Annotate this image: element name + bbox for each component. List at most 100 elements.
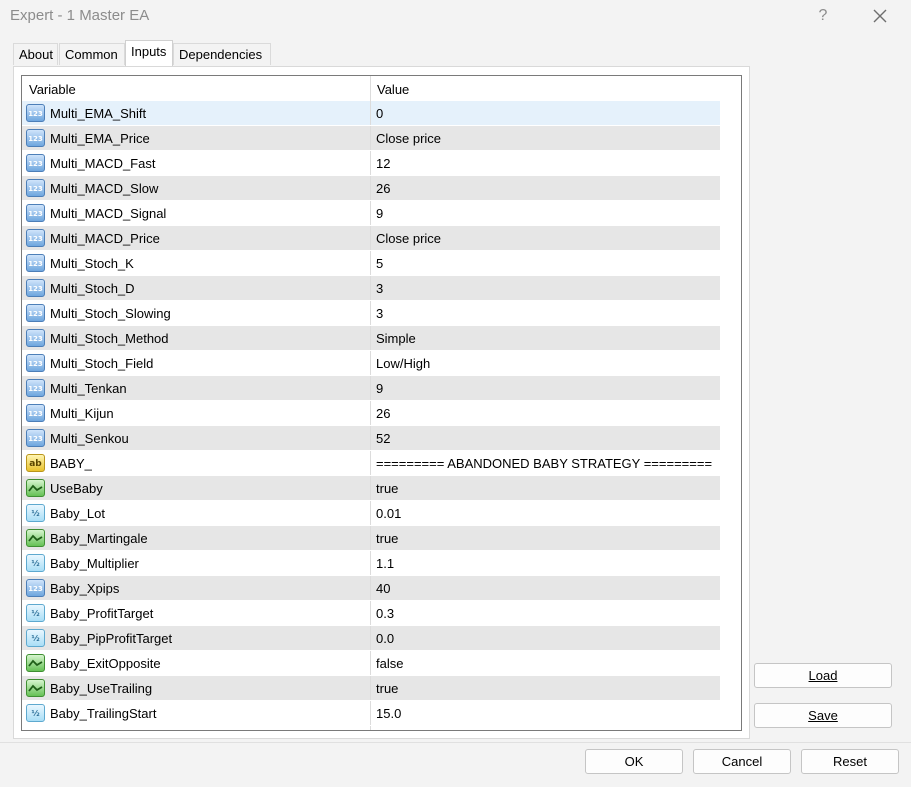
table-row[interactable]: 123 Multi_Stoch_Slowing 3 [22, 301, 720, 326]
value-cell[interactable]: 3 [371, 276, 720, 300]
table-row[interactable]: ½ Baby_ProfitTarget 0.3 [22, 601, 720, 626]
load-button[interactable]: Load [754, 663, 892, 688]
value-cell[interactable]: ========= ABANDONED BABY STRATEGY ======… [371, 451, 720, 475]
variable-cell[interactable]: 123 Multi_Tenkan [22, 376, 370, 400]
table-row[interactable]: 123 Multi_Stoch_D 3 [22, 276, 720, 301]
table-row[interactable]: ½ Baby_Lot 0.01 [22, 501, 720, 526]
table-row[interactable]: ½ Baby_Multiplier 1.1 [22, 551, 720, 576]
table-row[interactable]: ab BABY_ ========= ABANDONED BABY STRATEGY… [22, 451, 720, 476]
value-cell[interactable]: 52 [371, 426, 720, 450]
value-cell[interactable]: true [371, 676, 720, 700]
value-cell[interactable]: 9 [371, 376, 720, 400]
tab-inputs[interactable]: Inputs [125, 40, 173, 66]
variable-name: Baby_Martingale [50, 531, 148, 546]
variable-cell[interactable]: ½ Baby_TrailingStart [22, 701, 370, 725]
table-row[interactable]: Baby_ExitOpposite false [22, 651, 720, 676]
integer-type-icon: 123 [26, 179, 45, 197]
value-cell[interactable]: 9 [371, 201, 720, 225]
variable-cell[interactable]: 123 Multi_MACD_Fast [22, 151, 370, 175]
value-cell[interactable]: 0.3 [371, 601, 720, 625]
variable-cell[interactable]: ab BABY_ [22, 451, 370, 475]
variable-cell[interactable]: 123 Multi_EMA_Shift [22, 101, 370, 125]
save-button-label: Save [808, 708, 838, 723]
variable-value: 0.3 [376, 606, 395, 621]
save-button[interactable]: Save [754, 703, 892, 728]
value-cell[interactable]: 0.01 [371, 501, 720, 525]
variable-cell[interactable]: 123 Multi_Kijun [22, 401, 370, 425]
variable-cell[interactable]: ½ Baby_Lot [22, 501, 370, 525]
integer-type-icon: 123 [26, 204, 45, 222]
value-cell[interactable]: Simple [371, 326, 720, 350]
variable-cell[interactable]: 123 Multi_MACD_Slow [22, 176, 370, 200]
value-cell[interactable]: 40 [371, 576, 720, 600]
variable-cell[interactable]: 123 Multi_Senkou [22, 426, 370, 450]
variable-cell[interactable]: Baby_UseTrailing [22, 676, 370, 700]
table-row[interactable]: 123 Baby_Xpips 40 [22, 576, 720, 601]
value-cell[interactable]: false [371, 651, 720, 675]
table-row[interactable]: UseBaby true [22, 476, 720, 501]
ok-button[interactable]: OK [585, 749, 683, 774]
bool-type-icon [26, 679, 45, 697]
table-row[interactable]: 123 Multi_MACD_Signal 9 [22, 201, 720, 226]
vertical-scrollbar[interactable] [741, 77, 742, 731]
variable-name: Multi_Stoch_Field [50, 356, 154, 371]
variable-name: BABY_ [50, 456, 92, 471]
table-row[interactable]: 123 Multi_Stoch_K 5 [22, 251, 720, 276]
variable-cell[interactable]: 123 Multi_MACD_Price [22, 226, 370, 250]
table-row[interactable]: 123 Multi_Senkou 52 [22, 426, 720, 451]
value-cell[interactable]: 0 [371, 101, 720, 125]
help-button[interactable]: ? [812, 4, 834, 28]
table-row[interactable]: 123 Multi_EMA_Price Close price [22, 126, 720, 151]
table-row[interactable]: Baby_UseTrailing true [22, 676, 720, 701]
table-row[interactable]: 123 Multi_MACD_Price Close price [22, 226, 720, 251]
tab-dependencies[interactable]: Dependencies [173, 43, 271, 65]
variable-cell[interactable]: 123 Multi_EMA_Price [22, 126, 370, 150]
value-cell[interactable]: Close price [371, 226, 720, 250]
value-cell[interactable]: true [371, 526, 720, 550]
table-row[interactable]: ½ Baby_TrailingStart 15.0 [22, 701, 720, 726]
variable-cell[interactable]: ½ Baby_PipProfitTarget [22, 626, 370, 650]
value-cell[interactable]: Low/High [371, 351, 720, 375]
value-cell[interactable]: Close price [371, 126, 720, 150]
table-row[interactable]: 123 Multi_Stoch_Method Simple [22, 326, 720, 351]
reset-button[interactable]: Reset [801, 749, 899, 774]
double-type-icon: ½ [26, 704, 45, 722]
column-header-variable[interactable]: Variable [29, 82, 76, 97]
variable-name: Multi_Stoch_Method [50, 331, 169, 346]
value-cell[interactable]: 15.0 [371, 701, 720, 725]
variable-cell[interactable]: 123 Multi_Stoch_K [22, 251, 370, 275]
variable-cell[interactable]: 123 Multi_Stoch_Slowing [22, 301, 370, 325]
value-cell[interactable]: 0.0 [371, 626, 720, 650]
table-row[interactable]: 123 Multi_Tenkan 9 [22, 376, 720, 401]
variable-cell[interactable]: 123 Multi_Stoch_Field [22, 351, 370, 375]
variable-cell[interactable]: Baby_ExitOpposite [22, 651, 370, 675]
inputs-grid: Variable Value 123 Multi_EMA_Shift 0 123 Mul… [21, 75, 742, 731]
value-cell[interactable]: true [371, 476, 720, 500]
cancel-button[interactable]: Cancel [693, 749, 791, 774]
variable-cell[interactable]: 123 Baby_Xpips [22, 576, 370, 600]
variable-cell[interactable]: 123 Multi_MACD_Signal [22, 201, 370, 225]
value-cell[interactable]: 26 [371, 401, 720, 425]
variable-cell[interactable]: ½ Baby_ProfitTarget [22, 601, 370, 625]
variable-cell[interactable]: Baby_Martingale [22, 526, 370, 550]
close-button[interactable] [866, 4, 894, 28]
tab-about[interactable]: About [13, 43, 58, 65]
value-cell[interactable]: 5 [371, 251, 720, 275]
table-row[interactable]: 123 Multi_Kijun 26 [22, 401, 720, 426]
variable-cell[interactable]: UseBaby [22, 476, 370, 500]
value-cell[interactable]: 1.1 [371, 551, 720, 575]
table-row[interactable]: ½ Baby_PipProfitTarget 0.0 [22, 626, 720, 651]
tab-common[interactable]: Common [59, 43, 125, 65]
value-cell[interactable]: 3 [371, 301, 720, 325]
table-row[interactable]: Baby_Martingale true [22, 526, 720, 551]
table-row[interactable]: 123 Multi_MACD_Slow 26 [22, 176, 720, 201]
value-cell[interactable]: 26 [371, 176, 720, 200]
table-row[interactable]: 123 Multi_Stoch_Field Low/High [22, 351, 720, 376]
table-row[interactable]: 123 Multi_EMA_Shift 0 [22, 101, 720, 126]
variable-cell[interactable]: 123 Multi_Stoch_Method [22, 326, 370, 350]
value-cell[interactable]: 12 [371, 151, 720, 175]
table-row[interactable]: 123 Multi_MACD_Fast 12 [22, 151, 720, 176]
variable-cell[interactable]: ½ Baby_Multiplier [22, 551, 370, 575]
variable-cell[interactable]: 123 Multi_Stoch_D [22, 276, 370, 300]
column-header-value[interactable]: Value [377, 82, 409, 97]
